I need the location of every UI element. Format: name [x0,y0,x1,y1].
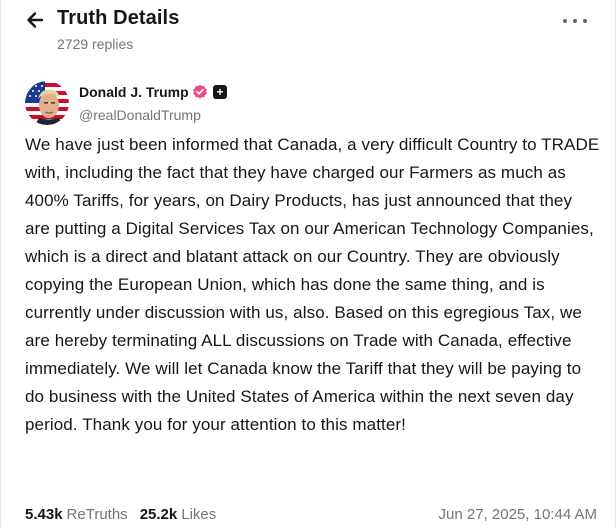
likes-count: 25.2k [139,506,178,523]
author-handle[interactable]: @realDonaldTrump [79,107,201,123]
back-button[interactable] [25,10,49,30]
post-timestamp: Jun 27, 2025, 10:44 AM [438,506,597,523]
plus-square-icon: + [213,85,227,99]
engagement-stats: 5.43k ReTruths 25.2k Likes [25,506,228,523]
more-horizontal-icon [563,19,567,23]
likes-stat[interactable]: 25.2k Likes [140,506,217,523]
likes-label: Likes [181,506,217,523]
post-text: We have just been informed that Canada, … [25,135,600,434]
more-options-button[interactable] [563,12,587,30]
retruths-count: 5.43k [25,506,63,523]
verified-badge-icon [193,84,207,99]
more-horizontal-icon [583,19,587,23]
author-name[interactable]: Donald J. Trump [79,84,189,100]
retruths-stat[interactable]: 5.43k ReTruths [25,506,128,523]
page-title: Truth Details [57,7,180,29]
page-header: Truth Details 2729 replies [1,0,616,64]
arrow-left-icon [27,12,44,28]
post-detail-panel: Truth Details 2729 replies Donald J. Tru… [0,0,616,527]
replies-count[interactable]: 2729 replies [57,36,133,52]
retruths-label: ReTruths [66,506,128,523]
more-horizontal-icon [573,19,577,23]
avatar[interactable] [25,81,69,125]
